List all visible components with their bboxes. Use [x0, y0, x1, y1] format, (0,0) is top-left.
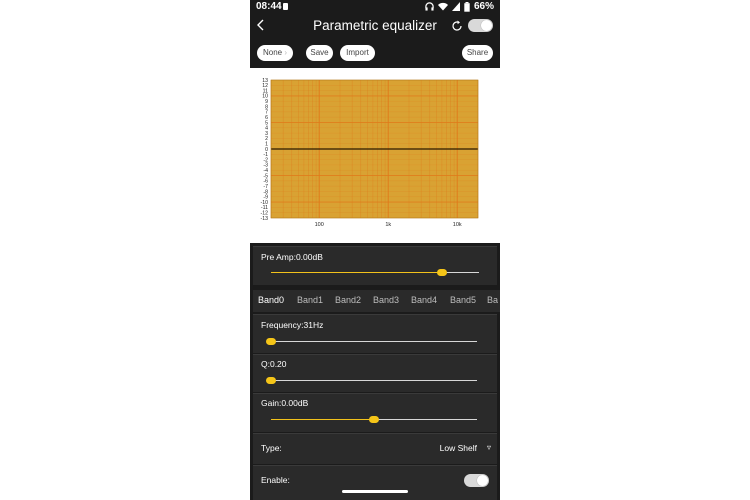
type-label: Type: [261, 443, 282, 453]
band-tab-ba[interactable]: Ba [487, 295, 498, 305]
frequency-panel: Frequency:31Hz [253, 314, 497, 353]
gain-slider-fill [271, 419, 374, 420]
home-indicator[interactable] [342, 490, 408, 493]
enable-label: Enable: [261, 475, 290, 485]
toggle-knob [477, 475, 488, 486]
headphones-icon [425, 2, 434, 11]
preamp-slider[interactable] [271, 269, 479, 276]
battery-percent: 66% [473, 1, 494, 12]
frequency-slider[interactable] [266, 338, 477, 345]
chevron-right-icon: › [284, 48, 288, 57]
frequency-slider-thumb[interactable] [266, 338, 276, 345]
reset-icon[interactable] [451, 20, 463, 32]
status-icons: 66% [425, 1, 494, 12]
enable-panel: Enable: [253, 465, 497, 500]
gain-panel: Gain:0.00dB [253, 393, 497, 432]
y-tick-label: -13 [261, 216, 269, 222]
q-panel: Q:0.20 [253, 354, 497, 392]
gain-label: Gain:0.00dB [261, 398, 309, 408]
status-time: 08:44 [256, 1, 282, 12]
toggle-knob [481, 20, 492, 31]
type-select-value[interactable]: Low Shelf [440, 443, 477, 453]
preset-select-button[interactable]: None › [257, 45, 293, 61]
band-tabs: Band0 Band1 Band2 Band3 Band4 Band5 Ba [253, 290, 500, 312]
sd-card-icon [283, 3, 288, 10]
gain-slider[interactable] [271, 416, 477, 423]
q-label: Q:0.20 [261, 359, 287, 369]
equalizer-enable-toggle[interactable] [468, 19, 493, 32]
app-bar: Parametric equalizer [250, 14, 500, 40]
band-tab-band4[interactable]: Band4 [411, 295, 437, 305]
band-tab-band0[interactable]: Band0 [258, 295, 284, 305]
band-tab-band2[interactable]: Band2 [335, 295, 361, 305]
gain-slider-thumb[interactable] [369, 416, 379, 423]
band-tab-band1[interactable]: Band1 [297, 295, 323, 305]
band-enable-toggle[interactable] [464, 474, 489, 487]
band-tab-band5[interactable]: Band5 [450, 295, 476, 305]
x-tick-label: 100 [315, 222, 324, 228]
share-button[interactable]: Share [462, 45, 493, 61]
dropdown-caret-icon[interactable]: ▿ [487, 443, 491, 452]
wifi-icon [437, 2, 448, 11]
eq-chart-card: 13 12 11 10 9 8 7 6 5 4 3 2 1 0 -1 -2 -3 -4 -5 -6 -7 -8 -9 -10-… [250, 68, 500, 243]
x-tick-label: 10k [453, 222, 462, 228]
frequency-label: Frequency:31Hz [261, 320, 324, 330]
q-slider[interactable] [266, 377, 477, 384]
preamp-label: Pre Amp:0.00dB [261, 252, 323, 262]
preset-toolbar: None › Save Import Share [250, 40, 500, 67]
battery-icon [464, 1, 470, 12]
phone-screen: 08:44 66% Parametric equalizer None › Sa… [250, 0, 500, 500]
preamp-slider-fill [271, 272, 442, 273]
preamp-slider-thumb[interactable] [436, 269, 447, 276]
signal-icon [451, 2, 460, 11]
q-slider-thumb[interactable] [266, 377, 276, 384]
type-panel[interactable]: Type: Low Shelf ▿ [253, 433, 497, 464]
status-bar: 08:44 66% [250, 0, 500, 14]
import-button[interactable]: Import [340, 45, 375, 61]
eq-response-chart[interactable]: 131211109876543210-1-2-3-4-5-6-7-8-9-10-… [250, 68, 500, 243]
preset-label: None [262, 48, 283, 57]
save-button[interactable]: Save [306, 45, 333, 61]
band-tab-band3[interactable]: Band3 [373, 295, 399, 305]
x-tick-label: 1k [385, 222, 391, 228]
preamp-panel: Pre Amp:0.00dB [253, 246, 497, 285]
